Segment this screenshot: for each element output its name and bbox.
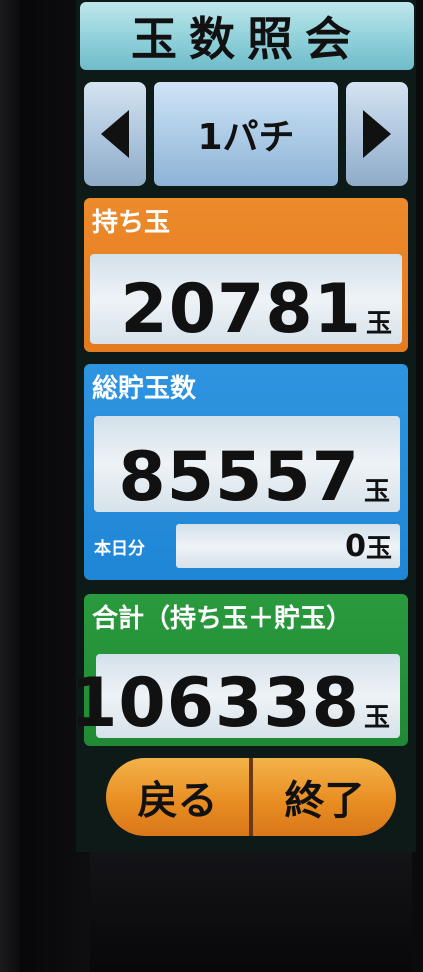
bezel-edge (0, 0, 20, 972)
action-buttons: 戻る 終了 (106, 758, 396, 836)
sum-section: 合計（持ち玉＋貯玉） 106338 玉 (70, 594, 408, 746)
page-title: 玉数照会 (131, 12, 363, 66)
held-balls-label: 持ち玉 (92, 208, 171, 238)
title-bar: 玉数照会 (80, 2, 414, 70)
total-stored-unit: 玉 (363, 477, 390, 507)
today-value: 0 (345, 528, 366, 564)
held-balls-display: 20781 玉 (90, 254, 402, 344)
back-button[interactable]: 戻る (106, 758, 249, 836)
next-rate-button[interactable] (346, 82, 408, 186)
held-balls-unit: 玉 (365, 309, 392, 339)
rate-selector: 1パチ (84, 82, 408, 186)
sum-display: 106338 玉 (70, 654, 400, 738)
prev-rate-button[interactable] (84, 82, 146, 186)
total-stored-section: 総貯玉数 85557 玉 本日分 0 玉 (84, 364, 408, 580)
triangle-left-icon (101, 110, 129, 158)
rate-value: 1パチ (154, 82, 338, 186)
sum-value: 106338 (70, 664, 360, 743)
held-balls-section: 持ち玉 20781 玉 (84, 198, 408, 352)
sum-label: 合計（持ち玉＋貯玉） (92, 604, 353, 634)
total-stored-display: 85557 玉 (94, 416, 400, 512)
held-balls-value: 20781 (120, 270, 362, 349)
screen-lower-frame (90, 852, 412, 972)
end-button[interactable]: 終了 (253, 758, 396, 836)
today-display: 0 玉 (176, 524, 400, 568)
sum-unit: 玉 (363, 703, 390, 733)
triangle-right-icon (363, 110, 391, 158)
total-stored-label: 総貯玉数 (92, 374, 197, 404)
total-stored-value: 85557 (118, 438, 360, 517)
today-label: 本日分 (94, 539, 145, 559)
today-unit: 玉 (365, 533, 392, 564)
